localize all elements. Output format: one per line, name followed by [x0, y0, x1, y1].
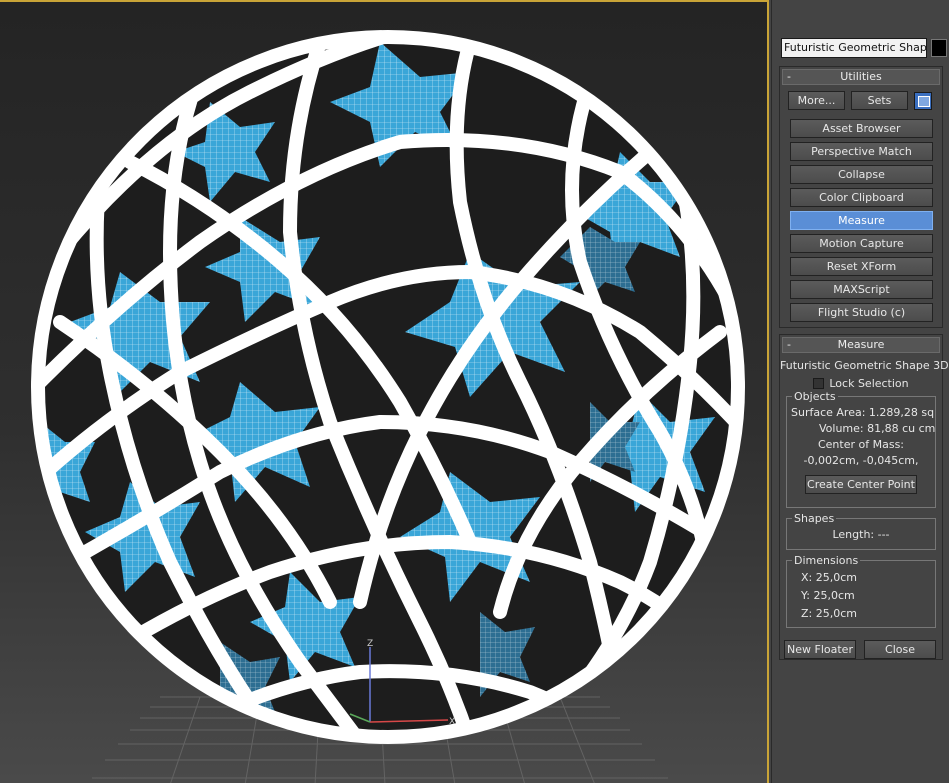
viewport[interactable]: Z X — [0, 0, 769, 783]
shapes-group-label: Shapes — [792, 512, 837, 525]
dimension-z: Z: 25,0cm — [801, 607, 857, 620]
configure-button-sets-icon[interactable] — [914, 91, 932, 110]
create-center-point-button[interactable]: Create Center Point — [805, 475, 917, 494]
measure-rollout: - Measure Futuristic Geometric Shape 3D … — [779, 334, 949, 660]
utility-perspective-match-button[interactable]: Perspective Match — [790, 142, 933, 161]
utility-motion-capture-button[interactable]: Motion Capture — [790, 234, 933, 253]
dimension-x: X: 25,0cm — [801, 571, 857, 584]
new-floater-button[interactable]: New Floater — [784, 640, 856, 659]
utility-collapse-button[interactable]: Collapse — [790, 165, 933, 184]
measure-bottom-buttons: New Floater Close — [780, 628, 942, 667]
object-color-swatch[interactable] — [931, 39, 947, 57]
object-name-field[interactable]: Futuristic Geometric Shape 3D — [781, 38, 927, 58]
utilities-list: Asset Browser Perspective Match Collapse Co… — [780, 110, 942, 332]
command-panel: Futuristic Geometric Shape 3D - Utilitie… — [771, 0, 949, 783]
dimensions-group: Dimensions X: 25,0cm Y: 25,0cm Z: 25,0cm — [786, 554, 936, 628]
utilities-top-row: More... Sets — [780, 87, 942, 110]
object-name-row: Futuristic Geometric Shape 3D — [781, 38, 947, 58]
utility-asset-browser-button[interactable]: Asset Browser — [790, 119, 933, 138]
utility-reset-xform-button[interactable]: Reset XForm — [790, 257, 933, 276]
dimensions-group-label: Dimensions — [792, 554, 861, 567]
measured-object-name: Futuristic Geometric Shape 3D — [780, 359, 949, 372]
shape-length-text: Length: --- — [832, 528, 890, 541]
objects-group-label: Objects — [792, 390, 838, 403]
axis-z-label: Z — [367, 639, 373, 649]
center-of-mass-label: Center of Mass: — [817, 438, 905, 451]
lock-selection-label: Lock Selection — [829, 377, 909, 390]
surface-area-text: Surface Area: 1.289,28 sq — [791, 406, 935, 419]
shapes-group: Shapes Length: --- — [786, 512, 936, 550]
more-button[interactable]: More... — [788, 91, 845, 110]
utilities-rollout-header[interactable]: - Utilities — [782, 69, 940, 85]
sets-button[interactable]: Sets — [851, 91, 908, 110]
center-of-mass-value: -0,002cm, -0,045cm, — [803, 454, 919, 467]
dimension-y: Y: 25,0cm — [801, 589, 855, 602]
collapse-icon: - — [787, 338, 791, 351]
lock-selection-row[interactable]: Lock Selection — [780, 377, 942, 390]
close-button[interactable]: Close — [864, 640, 936, 659]
measure-rollout-header[interactable]: - Measure — [782, 337, 940, 353]
utility-flight-studio-c-button[interactable]: Flight Studio (c) — [790, 303, 933, 322]
utilities-rollout: - Utilities More... Sets Asset Browser Pe… — [779, 66, 943, 328]
objects-group: Objects Surface Area: 1.289,28 sq Volume… — [786, 390, 936, 508]
utility-maxscript-button[interactable]: MAXScript — [790, 280, 933, 299]
measure-header-label: Measure — [837, 338, 885, 351]
collapse-icon: - — [787, 70, 791, 83]
axis-x-label: X — [449, 717, 455, 727]
utility-measure-button[interactable]: Measure — [790, 211, 933, 230]
utilities-header-label: Utilities — [840, 70, 882, 83]
utility-color-clipboard-button[interactable]: Color Clipboard — [790, 188, 933, 207]
volume-text: Volume: 81,88 cu cm — [819, 422, 936, 435]
lock-selection-checkbox[interactable] — [813, 378, 825, 389]
viewport-canvas: Z X — [31, 30, 745, 783]
